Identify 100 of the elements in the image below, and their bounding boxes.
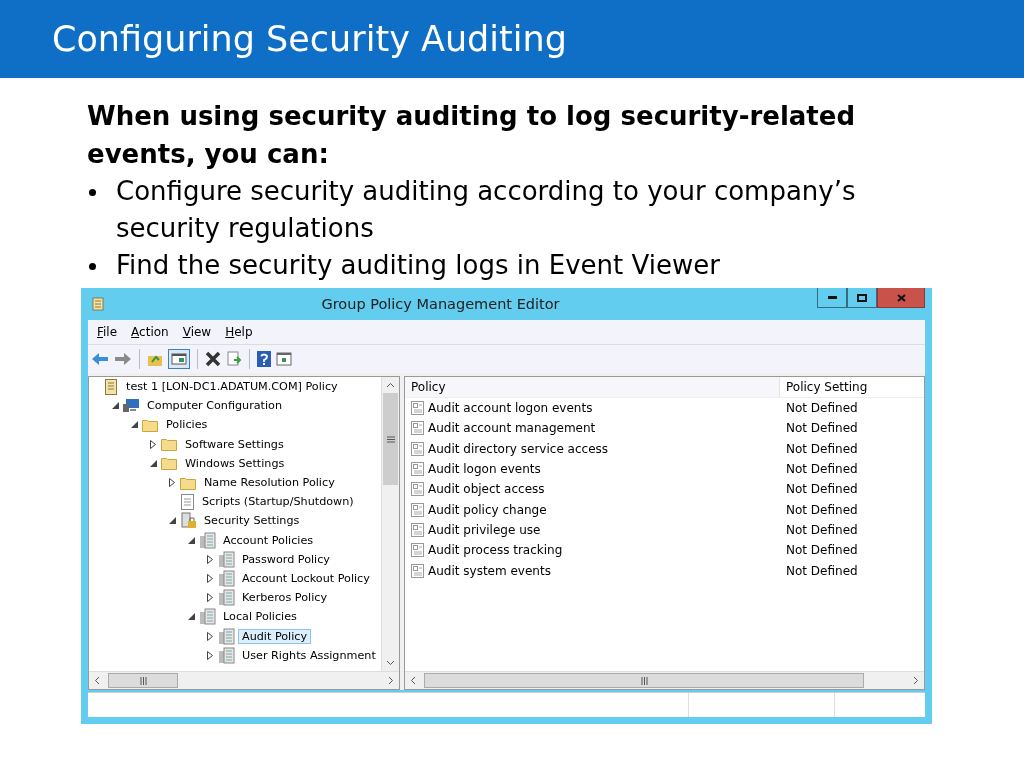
collapsed-arrow-icon[interactable]: [207, 650, 213, 660]
policy-setting-value: Not Defined: [786, 421, 858, 436]
policy-name[interactable]: Audit policy change: [428, 502, 547, 517]
collapsed-arrow-icon[interactable]: [150, 439, 156, 449]
menu-item[interactable]: Action: [131, 325, 169, 339]
expanded-arrow-icon[interactable]: [149, 459, 157, 467]
vertical-scrollbar[interactable]: [381, 377, 399, 671]
policy-book-icon: [218, 646, 235, 664]
policy-book-icon: [199, 608, 216, 626]
policy-name[interactable]: Audit account logon events: [428, 401, 593, 416]
padlock-server-icon: [180, 512, 197, 530]
collapsed-arrow-icon[interactable]: [207, 554, 213, 564]
back-arrow-icon[interactable]: [91, 352, 109, 366]
column-header[interactable]: Policy Setting: [780, 380, 868, 394]
expanded-arrow-icon[interactable]: [187, 536, 195, 544]
grip-icon: [640, 676, 648, 685]
folder-icon: [180, 475, 197, 490]
policy-setting-icon: [411, 563, 424, 578]
collapsed-arrow-icon[interactable]: [207, 593, 213, 603]
scroll-down-icon[interactable]: [386, 660, 395, 666]
tree-item[interactable]: Policies: [162, 417, 212, 433]
window-title: Group Policy Management Editor: [320, 296, 561, 312]
expanded-arrow-icon[interactable]: [130, 421, 138, 429]
tree-item[interactable]: Audit Policy: [238, 628, 312, 644]
expanded-arrow-icon[interactable]: [111, 402, 119, 410]
close-button[interactable]: [877, 288, 925, 308]
policy-name[interactable]: Audit object access: [428, 482, 545, 497]
tree-item[interactable]: Kerberos Policy: [238, 590, 331, 606]
policy-name[interactable]: Audit account management: [428, 421, 596, 436]
policy-setting-value: Not Defined: [786, 522, 858, 537]
tree-item[interactable]: Software Settings: [181, 436, 288, 452]
show-action-pane-icon[interactable]: [276, 352, 292, 366]
document-icon: [104, 378, 119, 395]
tree-item[interactable]: test 1 [LON-DC1.ADATUM.COM] Policy: [122, 379, 342, 395]
tree-item[interactable]: Password Policy: [238, 551, 334, 567]
console-tree-icon[interactable]: [168, 349, 190, 369]
scroll-right-icon[interactable]: [913, 676, 919, 685]
delete-icon[interactable]: [205, 351, 221, 367]
computer-icon: [123, 398, 140, 414]
policy-book-icon: [218, 589, 235, 607]
tree-item[interactable]: Name Resolution Policy: [200, 475, 339, 491]
policy-book-icon: [218, 569, 235, 587]
tree-item[interactable]: Windows Settings: [181, 455, 289, 471]
policy-setting-icon: [411, 401, 424, 416]
scroll-right-icon[interactable]: [388, 676, 394, 685]
script-icon: [180, 493, 195, 510]
minimize-button[interactable]: [817, 288, 847, 308]
bullet-text: Configure security auditing according to your company’s security regulations: [116, 175, 857, 245]
grip-icon: [386, 435, 395, 443]
tree-item[interactable]: Scripts (Startup/Shutdown): [198, 494, 358, 510]
scroll-left-icon[interactable]: [94, 676, 100, 685]
help-icon[interactable]: [257, 351, 271, 367]
bullet-icon: [89, 189, 96, 196]
minimize-icon: [827, 296, 837, 299]
maximize-button[interactable]: [847, 288, 877, 308]
policy-book-icon: [199, 531, 216, 549]
lead-text: When using security auditing to log security-related events, you can:: [87, 100, 857, 171]
menu-item[interactable]: View: [182, 325, 212, 339]
horizontal-scrollbar[interactable]: [89, 671, 399, 689]
policy-setting-icon: [411, 482, 424, 497]
close-icon: [896, 293, 906, 302]
policy-setting-icon: [411, 522, 424, 537]
policy-name[interactable]: Audit process tracking: [428, 543, 563, 558]
scroll-thumb[interactable]: [108, 673, 178, 688]
tree-item[interactable]: User Rights Assignment: [238, 647, 380, 663]
policy-name[interactable]: Audit system events: [428, 563, 551, 578]
scroll-thumb[interactable]: [424, 673, 864, 688]
menu-item[interactable]: Help: [225, 325, 253, 339]
policy-book-icon: [218, 550, 235, 568]
policy-setting-icon: [411, 462, 424, 477]
tree-item[interactable]: Security Settings: [200, 513, 304, 529]
policy-book-icon: [218, 627, 235, 645]
scroll-left-icon[interactable]: [410, 676, 416, 685]
collapsed-arrow-icon[interactable]: [207, 573, 213, 583]
collapsed-arrow-icon[interactable]: [169, 478, 175, 488]
tree-item[interactable]: Computer Configuration: [143, 398, 287, 414]
expanded-arrow-icon[interactable]: [168, 517, 176, 525]
policy-name[interactable]: Audit logon events: [428, 462, 541, 477]
forward-arrow-icon[interactable]: [114, 352, 132, 366]
policy-name[interactable]: Audit privilege use: [428, 522, 541, 537]
expanded-arrow-icon[interactable]: [187, 613, 195, 621]
policy-setting-icon: [411, 543, 424, 558]
tree-item[interactable]: Account Lockout Policy: [238, 570, 374, 586]
policy-name[interactable]: Audit directory service access: [428, 441, 609, 456]
menu-item[interactable]: File: [97, 325, 118, 339]
policy-setting-icon: [411, 502, 424, 517]
scroll-thumb[interactable]: [383, 393, 398, 485]
tree-item[interactable]: Local Policies: [219, 609, 301, 625]
tree-item[interactable]: Account Policies: [219, 532, 318, 548]
policy-setting-value: Not Defined: [786, 502, 858, 517]
grip-icon: [139, 676, 147, 685]
collapsed-arrow-icon[interactable]: [207, 631, 213, 641]
policy-setting-value: Not Defined: [786, 563, 858, 578]
export-list-icon[interactable]: [226, 351, 242, 367]
horizontal-scrollbar[interactable]: [405, 671, 924, 689]
scroll-up-icon[interactable]: [386, 382, 395, 388]
policy-setting-value: Not Defined: [786, 543, 858, 558]
policy-setting-value: Not Defined: [786, 441, 858, 456]
policy-setting-value: Not Defined: [786, 482, 858, 497]
column-header[interactable]: Policy: [405, 377, 780, 397]
